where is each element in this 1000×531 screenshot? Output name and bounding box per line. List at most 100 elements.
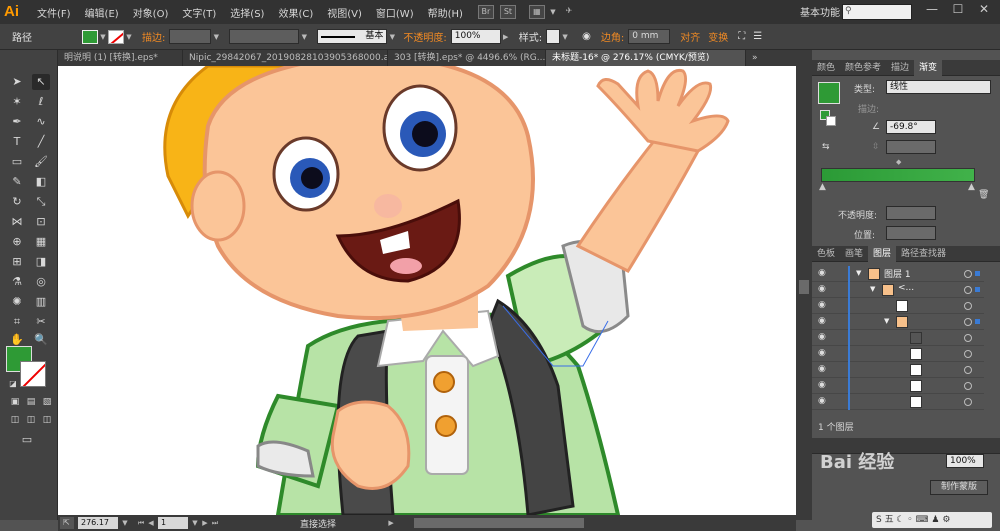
artboard-canvas[interactable] — [58, 66, 796, 515]
mesh-tool-icon[interactable]: ⊞ — [8, 254, 26, 270]
stroke-color-box[interactable] — [20, 361, 46, 387]
chevron-down-icon[interactable]: ▼ — [124, 30, 134, 44]
selection-indicator[interactable] — [975, 319, 980, 324]
gradient-position-field[interactable] — [886, 226, 936, 240]
scale-tool-icon[interactable]: ⤡ — [32, 194, 50, 210]
visibility-eye-icon[interactable]: ◉ — [818, 333, 830, 342]
paintbrush-tool-icon[interactable]: 🖌 — [32, 154, 50, 170]
selection-indicator[interactable] — [975, 271, 980, 276]
status-icon[interactable]: ⇱ — [60, 517, 74, 529]
blend-tool-icon[interactable]: ◎ — [32, 274, 50, 290]
workspace-switcher[interactable]: 基本功能 — [800, 4, 840, 19]
isolate-icon[interactable]: ⛶ — [738, 31, 745, 42]
vertical-scrollbar[interactable] — [796, 50, 812, 520]
tab-stroke[interactable]: 描边 — [886, 60, 914, 76]
tab-brushes[interactable]: 画笔 — [840, 246, 868, 262]
chevron-down-icon[interactable]: ▼ — [548, 5, 558, 19]
vertical-scroll-thumb[interactable] — [799, 280, 809, 294]
gradient-preview-swatch[interactable] — [818, 82, 840, 104]
rotate-tool-icon[interactable]: ↻ — [8, 194, 26, 210]
layer-name[interactable]: 图层 1 — [884, 267, 911, 280]
align-link[interactable]: 对齐 — [680, 29, 700, 44]
ear-shape[interactable] — [190, 170, 246, 242]
visibility-eye-icon[interactable]: ◉ — [818, 365, 830, 374]
more-tabs-icon[interactable]: » — [746, 50, 768, 66]
gradient-stop-left[interactable]: ▲ — [819, 182, 826, 192]
stock-button[interactable]: St — [499, 5, 516, 19]
first-artboard-icon[interactable]: ⏮ — [136, 516, 146, 530]
layer-row[interactable]: ◉ ▼ — [812, 314, 984, 330]
raised-arm-shape[interactable] — [575, 134, 701, 273]
screen-mode-icon[interactable]: ▭ — [18, 432, 36, 448]
target-ring-icon[interactable] — [964, 270, 972, 278]
artboard-field[interactable]: 1 — [158, 517, 188, 529]
layer-row[interactable]: ◉ — [812, 378, 984, 394]
expand-triangle-icon[interactable]: ▼ — [856, 269, 861, 277]
artboard-tool-icon[interactable]: ⌗ — [8, 314, 26, 330]
transparency-opacity-field[interactable]: 100% — [946, 454, 984, 468]
layer-row[interactable]: ◉ ▼ <... — [812, 282, 984, 298]
variable-width-field[interactable] — [229, 29, 300, 44]
nose-shape[interactable] — [374, 194, 402, 218]
type-tool-icon[interactable]: T — [8, 134, 26, 150]
expand-triangle-icon[interactable]: ▼ — [884, 317, 889, 325]
line-tool-icon[interactable]: ╱ — [32, 134, 50, 150]
menu-view[interactable]: 视图(V) — [320, 5, 369, 20]
stroke-mini-swatch[interactable] — [826, 116, 836, 126]
close-icon[interactable]: ✕ — [974, 2, 994, 20]
menu-window[interactable]: 窗口(W) — [369, 5, 421, 20]
menu-select[interactable]: 选择(S) — [223, 5, 271, 20]
eyedropper-tool-icon[interactable]: ⚗ — [8, 274, 26, 290]
gradient-angle-field[interactable]: -69.8° — [886, 120, 936, 134]
chevron-down-icon[interactable]: ▼ — [120, 516, 130, 530]
chevron-down-icon[interactable]: ▼ — [211, 30, 221, 44]
tab-color-guide[interactable]: 颜色参考 — [840, 60, 886, 76]
target-ring-icon[interactable] — [964, 334, 972, 342]
visibility-eye-icon[interactable]: ◉ — [818, 317, 830, 326]
waving-hand-shape[interactable] — [596, 68, 730, 153]
corner-label[interactable]: 边角: — [601, 29, 624, 44]
magic-wand-tool-icon[interactable]: ✶ — [8, 94, 26, 110]
direct-selection-tool-icon[interactable]: ↖ — [32, 74, 50, 90]
fill-swatch[interactable] — [82, 29, 98, 44]
chevron-down-icon[interactable]: ▼ — [387, 30, 397, 44]
prev-artboard-icon[interactable]: ◀ — [146, 516, 156, 530]
left-pupil[interactable] — [301, 167, 323, 189]
pencil-tool-icon[interactable]: ✎ — [8, 174, 26, 190]
layer-row[interactable]: ◉ ▼ 图层 1 — [812, 266, 984, 282]
expand-triangle-icon[interactable]: ▼ — [870, 285, 875, 293]
none-mode-icon[interactable]: ▧ — [38, 394, 56, 410]
bridge-button[interactable]: Br — [477, 5, 494, 19]
shirt-button-top[interactable] — [433, 371, 455, 393]
arrange-documents-icon[interactable]: ▦ — [528, 5, 545, 19]
target-ring-icon[interactable] — [964, 302, 972, 310]
layer-row[interactable]: ◉ — [812, 330, 984, 346]
chevron-down-icon[interactable]: ▼ — [98, 30, 108, 44]
visibility-eye-icon[interactable]: ◉ — [818, 301, 830, 310]
graphic-style-swatch[interactable] — [546, 29, 561, 44]
opacity-label[interactable]: 不透明度: — [403, 29, 446, 44]
tab-gradient[interactable]: 渐变 — [914, 60, 943, 76]
minimize-icon[interactable]: — — [922, 2, 942, 20]
visibility-eye-icon[interactable]: ◉ — [818, 397, 830, 406]
aspect-ratio-field[interactable] — [886, 140, 936, 154]
doc-tab-3[interactable]: 303 [转换].eps* @ 4496.6% (RG... — [388, 50, 546, 66]
left-hand-shape[interactable] — [330, 400, 411, 490]
target-ring-icon[interactable] — [964, 366, 972, 374]
selection-indicator[interactable] — [975, 287, 980, 292]
opacity-field[interactable]: 100% — [450, 29, 501, 44]
visibility-eye-icon[interactable]: ◉ — [818, 381, 830, 390]
stroke-weight-field[interactable] — [169, 29, 212, 44]
eraser-tool-icon[interactable]: ◧ — [32, 174, 50, 190]
symbol-sprayer-tool-icon[interactable]: ✺ — [8, 294, 26, 310]
menu-file[interactable]: 文件(F) — [30, 5, 78, 20]
panel-menu-icon[interactable]: ☰ — [753, 31, 762, 42]
layer-row[interactable]: ◉ — [812, 394, 984, 410]
target-ring-icon[interactable] — [964, 382, 972, 390]
lasso-tool-icon[interactable]: ℓ — [32, 94, 50, 110]
draw-inside-icon[interactable]: ◫ — [38, 412, 56, 428]
chevron-down-icon[interactable]: ▼ — [299, 30, 309, 44]
width-tool-icon[interactable]: ⋈ — [8, 214, 26, 230]
shirt-button-bottom[interactable] — [435, 415, 457, 437]
stroke-swatch[interactable] — [108, 29, 124, 44]
